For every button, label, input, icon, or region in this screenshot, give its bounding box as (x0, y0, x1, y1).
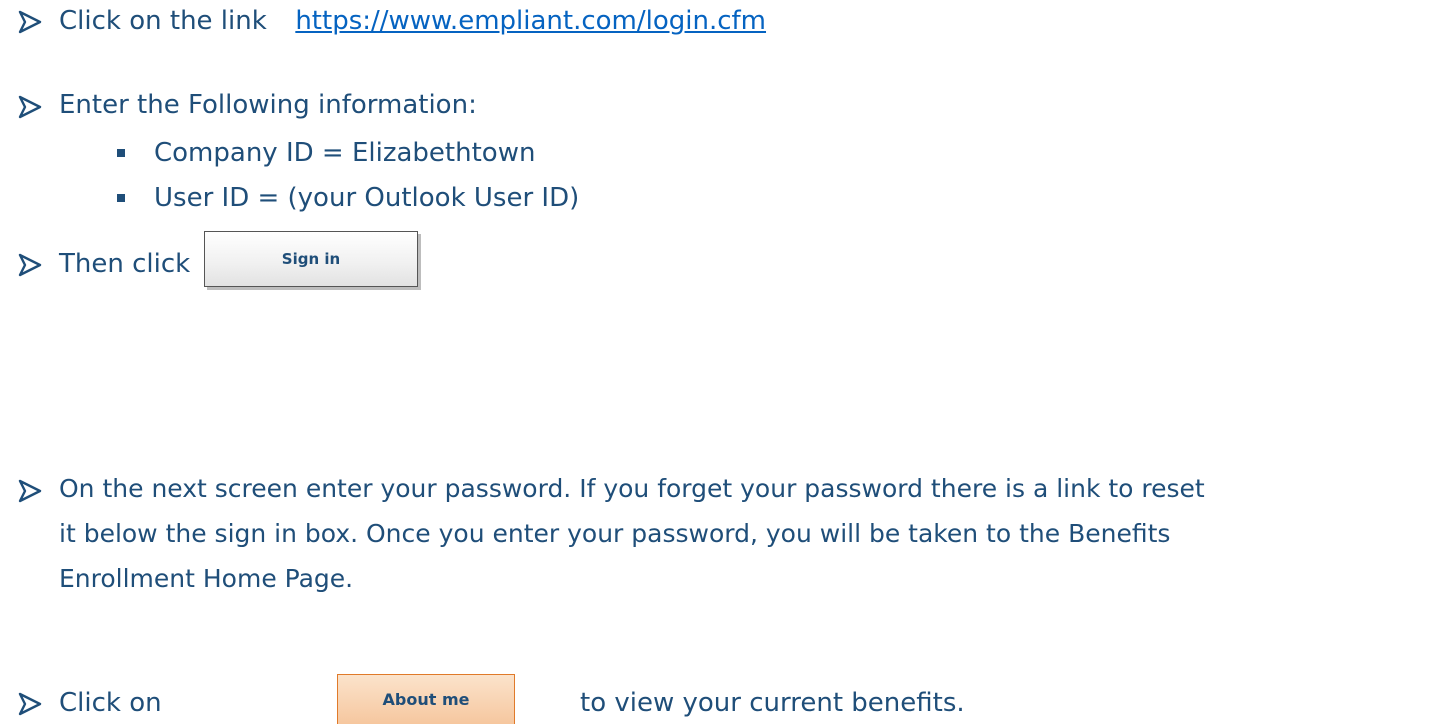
square-bullet-icon (117, 194, 125, 202)
step-3-text: Then click (59, 249, 191, 279)
about-me-button[interactable]: About me (337, 674, 515, 724)
step-5-text: Click on (59, 688, 162, 718)
step-1-text: Click on the link (59, 6, 267, 36)
square-bullet-icon (117, 149, 125, 157)
step-4-line-1: On the next screen enter your password. … (59, 474, 1205, 503)
login-link[interactable]: https://www.empliant.com/login.cfm (295, 6, 766, 36)
arrow-bullet-icon (18, 95, 42, 119)
sign-in-button[interactable]: Sign in (204, 231, 418, 287)
step-5-suffix: to view your current benefits. (580, 688, 965, 718)
sub-item-user-id: User ID = (your Outlook User ID) (154, 183, 580, 213)
arrow-bullet-icon (18, 479, 42, 503)
step-1: Click on the link https://www.empliant.c… (59, 4, 766, 38)
step-4-line-2: it below the sign in box. Once you enter… (59, 519, 1171, 548)
arrow-bullet-icon (18, 692, 42, 716)
arrow-bullet-icon (18, 10, 42, 34)
arrow-bullet-icon (18, 253, 42, 277)
step-4-line-3: Enrollment Home Page. (59, 564, 354, 593)
sub-item-company-id: Company ID = Elizabethtown (154, 138, 536, 168)
step-2-text: Enter the Following information: (59, 90, 477, 120)
